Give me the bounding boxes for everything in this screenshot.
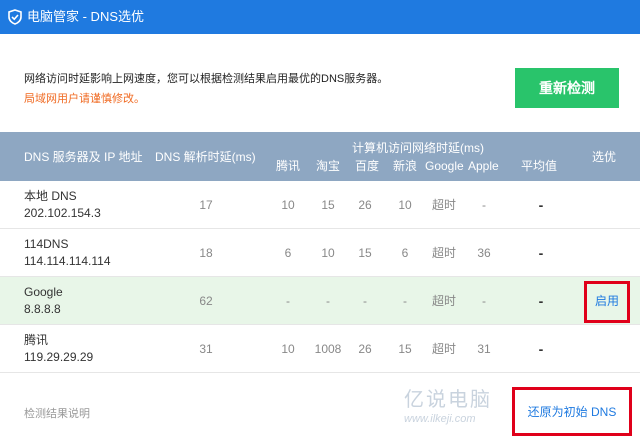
average-latency: -: [538, 245, 544, 261]
resolve-latency: 18: [199, 246, 213, 260]
google-latency: 超时: [431, 198, 456, 212]
restore-highlight: 还原为初始 DNS: [512, 387, 632, 436]
google-latency: 超时: [431, 246, 456, 260]
dns-ip: 202.102.154.3: [24, 206, 101, 220]
sina-latency: 15: [398, 342, 412, 356]
dns-name: Google: [24, 285, 63, 299]
resolve-latency: 31: [199, 342, 213, 356]
dns-ip: 114.114.114.114: [24, 254, 111, 268]
baidu-latency: 26: [358, 198, 372, 212]
tencent-latency: 10: [281, 198, 295, 212]
table-row: Google 8.8.8.8 62 - - - - 超时 - -: [0, 277, 640, 325]
average-latency: -: [538, 293, 544, 309]
table-row: 114DNS 114.114.114.114 18 6 10 15 6 超时 3…: [0, 229, 640, 277]
apple-latency: 36: [477, 246, 491, 260]
dns-name: 114DNS: [24, 237, 69, 251]
col-taobao-header: 淘宝: [316, 159, 341, 173]
col-average-header: 平均值: [521, 159, 558, 173]
apple-latency: -: [482, 198, 486, 212]
baidu-latency: -: [363, 294, 367, 308]
taobao-latency: 15: [321, 198, 335, 212]
dns-ip: 119.29.29.29: [24, 350, 94, 364]
resolve-latency: 17: [199, 198, 213, 212]
tencent-latency: 10: [281, 342, 295, 356]
tencent-latency: -: [286, 294, 290, 308]
dns-name: 本地 DNS: [24, 189, 77, 203]
col-server-header: DNS 服务器及 IP 地址: [24, 150, 143, 164]
dns-ip: 8.8.8.8: [24, 302, 61, 316]
watermark-logo: 亿说电脑: [404, 389, 492, 411]
col-select-header: 选优: [592, 150, 617, 164]
result-explanation-link[interactable]: 检测结果说明: [24, 405, 90, 421]
col-resolve-header: DNS 解析时延(ms): [155, 150, 256, 164]
col-apple-header: Apple: [468, 159, 499, 173]
table-header: DNS 服务器及 IP 地址 DNS 解析时延(ms) 计算机访问网络时延(ms…: [0, 132, 640, 181]
intro-description: 网络访问时延影响上网速度，您可以根据检测结果启用最优的DNS服务器。: [24, 73, 389, 85]
taobao-latency: 1008: [314, 342, 342, 356]
col-group-header: 计算机访问网络时延(ms): [352, 141, 484, 155]
shield-logo-icon: [8, 9, 22, 25]
window-title: 电脑管家 - DNS选优: [27, 9, 145, 24]
watermark-url: www.ilkeji.com: [404, 413, 476, 425]
title-bar: 电脑管家 - DNS选优: [0, 0, 640, 34]
col-tencent-header: 腾讯: [276, 159, 301, 173]
table-row: 本地 DNS 202.102.154.3 17 10 15 26 10 超时 -…: [0, 181, 640, 229]
taobao-latency: -: [326, 294, 330, 308]
main-content: 网络访问时延影响上网速度，您可以根据检测结果启用最优的DNS服务器。 局域网用户…: [0, 34, 640, 447]
enable-button[interactable]: 启用: [587, 293, 627, 309]
baidu-latency: 26: [358, 342, 372, 356]
restore-dns-button[interactable]: 还原为初始 DNS: [515, 404, 629, 420]
resolve-latency: 62: [199, 294, 213, 308]
col-baidu-header: 百度: [355, 159, 380, 173]
average-latency: -: [538, 341, 544, 357]
google-latency: 超时: [431, 294, 456, 308]
apple-latency: -: [482, 294, 486, 308]
baidu-latency: 15: [358, 246, 372, 260]
apple-latency: 31: [477, 342, 491, 356]
table-row: 腾讯 119.29.29.29 31 10 1008 26 15 超时 31 -: [0, 325, 640, 373]
col-google-header: Google: [425, 159, 464, 173]
dns-table: DNS 服务器及 IP 地址 DNS 解析时延(ms) 计算机访问网络时延(ms…: [0, 132, 640, 375]
dns-name: 腾讯: [24, 333, 49, 347]
retest-button[interactable]: 重新检测: [515, 68, 619, 108]
sina-latency: 6: [401, 246, 409, 260]
sina-latency: -: [403, 294, 407, 308]
average-latency: -: [538, 197, 544, 213]
taobao-latency: 10: [321, 246, 335, 260]
col-sina-header: 新浪: [393, 159, 418, 173]
intro-warning: 局域网用户请谨慎修改。: [24, 93, 145, 105]
enable-highlight: 启用: [584, 281, 630, 323]
google-latency: 超时: [431, 342, 456, 356]
tencent-latency: 6: [284, 246, 292, 260]
sina-latency: 10: [398, 198, 412, 212]
